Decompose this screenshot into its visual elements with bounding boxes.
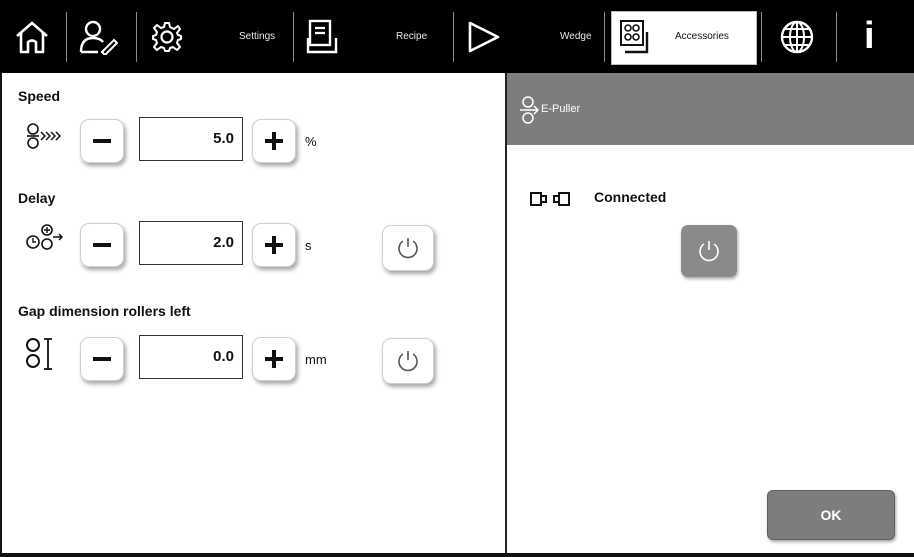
language-button[interactable] — [778, 0, 816, 73]
speed-increase-button[interactable] — [252, 119, 296, 163]
play-icon — [468, 21, 500, 52]
gear-icon — [152, 21, 182, 52]
minus-icon — [93, 139, 111, 143]
wedge-button[interactable]: Wedge — [466, 0, 592, 73]
power-icon — [398, 238, 418, 259]
minus-icon — [93, 243, 111, 247]
recipe-button[interactable]: Recipe — [306, 0, 427, 73]
puller-icon — [520, 96, 540, 124]
speed-title: Speed — [18, 88, 61, 104]
delay-title: Delay — [18, 190, 56, 206]
recipe-icon — [306, 19, 338, 53]
accessories-button[interactable]: Accessories — [617, 0, 729, 73]
connection-icon — [530, 192, 570, 206]
speed-icon — [27, 123, 62, 149]
wedge-label: Wedge — [560, 31, 592, 42]
info-icon: i — [864, 15, 875, 57]
home-icon — [16, 21, 48, 53]
plus-icon — [265, 236, 283, 254]
delay-value-field[interactable]: 2.0 — [139, 221, 243, 265]
speed-decrease-button[interactable] — [80, 119, 124, 163]
gap-increase-button[interactable] — [252, 337, 296, 381]
gap-value-field[interactable]: 0.0 — [139, 335, 243, 379]
power-icon — [398, 351, 418, 372]
gap-unit: mm — [305, 352, 327, 367]
user-button[interactable] — [78, 0, 118, 73]
delay-power-button[interactable] — [382, 225, 434, 271]
top-toolbar: Settings Recipe Wedge Accessories i — [0, 0, 914, 73]
speed-unit: % — [305, 134, 317, 149]
info-button[interactable]: i — [864, 0, 875, 73]
connection-status: Connected — [594, 189, 667, 205]
settings-label: Settings — [239, 31, 276, 42]
delay-unit: s — [305, 238, 312, 253]
delay-icon — [26, 224, 64, 250]
plus-icon — [265, 132, 283, 150]
gap-decrease-button[interactable] — [80, 337, 124, 381]
power-icon — [699, 241, 719, 262]
globe-icon — [780, 20, 814, 53]
speed-value-field[interactable]: 5.0 — [139, 117, 243, 161]
minus-icon — [93, 357, 111, 361]
delay-decrease-button[interactable] — [80, 223, 124, 267]
device-power-button[interactable] — [681, 225, 737, 277]
user-edit-icon — [79, 20, 118, 55]
gap-rollers-icon — [26, 338, 52, 370]
accessories-icon — [620, 19, 649, 53]
delay-increase-button[interactable] — [252, 223, 296, 267]
settings-button[interactable]: Settings — [150, 0, 275, 73]
gap-power-button[interactable] — [382, 338, 434, 384]
plus-icon — [265, 350, 283, 368]
gap-title: Gap dimension rollers left — [18, 303, 191, 319]
ok-button[interactable]: OK — [767, 490, 895, 540]
recipe-label: Recipe — [396, 31, 428, 42]
device-panel-title: E-Puller — [541, 103, 581, 115]
accessories-label: Accessories — [675, 31, 729, 42]
home-button[interactable] — [14, 0, 50, 73]
